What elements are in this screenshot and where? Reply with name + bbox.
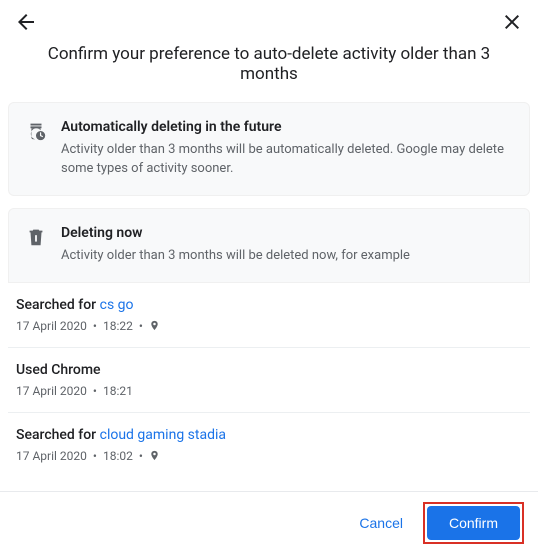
activity-date: 17 April 2020	[16, 449, 87, 463]
activity-time: 18:22	[103, 319, 133, 333]
confirm-button[interactable]: Confirm	[427, 506, 520, 540]
activity-time: 18:21	[103, 384, 133, 398]
activity-prefix: Searched for	[16, 297, 100, 313]
close-icon[interactable]	[500, 10, 524, 34]
now-section: Deleting now Activity older than 3 month…	[8, 208, 530, 283]
activity-item: Searched for cs go 17 April 2020•18:22•	[8, 283, 530, 348]
now-heading: Deleting now	[61, 225, 513, 241]
activity-item: Used Chrome 17 April 2020•18:21	[8, 348, 530, 413]
activity-date: 17 April 2020	[16, 319, 87, 333]
location-icon	[149, 450, 160, 461]
activity-item: Searched for cloud gaming stadia 17 Apri…	[8, 413, 530, 477]
auto-delete-icon	[25, 120, 47, 142]
activity-list: Searched for cs go 17 April 2020•18:22• …	[8, 283, 530, 477]
confirm-highlight: Confirm	[423, 502, 524, 544]
footer: Cancel Confirm	[0, 491, 538, 554]
activity-link[interactable]: cloud gaming stadia	[100, 427, 226, 443]
activity-time: 18:02	[103, 449, 133, 463]
activity-link[interactable]: cs go	[100, 297, 134, 313]
now-desc: Activity older than 3 months will be del…	[61, 247, 513, 266]
cancel-button[interactable]: Cancel	[349, 507, 413, 539]
dialog-title: Confirm your preference to auto-delete a…	[0, 40, 538, 102]
future-heading: Automatically deleting in the future	[61, 119, 513, 135]
location-icon	[149, 320, 160, 331]
activity-prefix: Searched for	[16, 427, 100, 443]
future-desc: Activity older than 3 months will be aut…	[61, 141, 513, 179]
future-section: Automatically deleting in the future Act…	[8, 102, 530, 196]
back-icon[interactable]	[14, 10, 38, 34]
activity-date: 17 April 2020	[16, 384, 87, 398]
activity-prefix: Used Chrome	[16, 362, 101, 378]
delete-icon	[25, 226, 47, 248]
